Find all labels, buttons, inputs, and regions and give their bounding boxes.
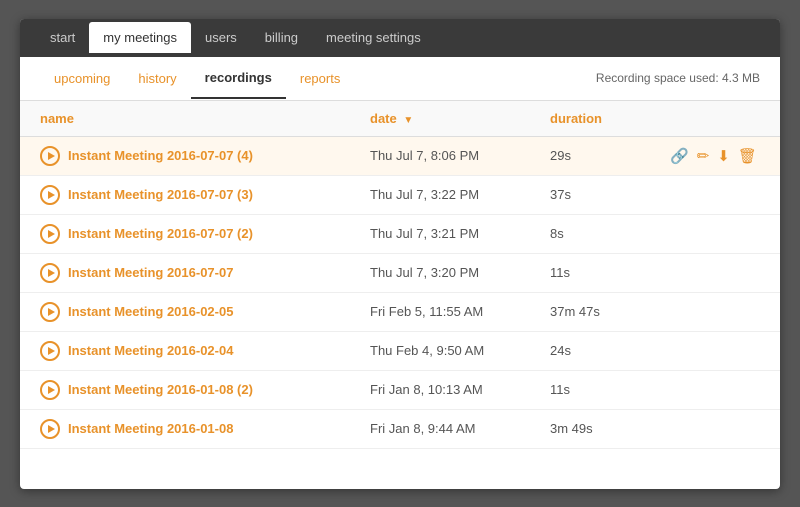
row-date: Fri Jan 8, 9:44 AM — [370, 421, 550, 436]
table-row: Instant Meeting 2016-07-07 (2) Thu Jul 7,… — [20, 215, 780, 254]
row-name-cell: Instant Meeting 2016-01-08 (2) — [40, 380, 370, 400]
tab-upcoming[interactable]: upcoming — [40, 59, 124, 98]
play-icon[interactable] — [40, 419, 60, 439]
table-row: Instant Meeting 2016-02-05 Fri Feb 5, 11:… — [20, 293, 780, 332]
tab-reports[interactable]: reports — [286, 59, 354, 98]
link-icon[interactable]: 🔗 — [670, 147, 689, 165]
row-date: Thu Jul 7, 3:21 PM — [370, 226, 550, 241]
top-nav-item-users[interactable]: users — [191, 22, 251, 53]
row-duration: 11s — [550, 265, 670, 280]
row-date: Fri Jan 8, 10:13 AM — [370, 382, 550, 397]
sort-arrow-icon: ▼ — [403, 115, 413, 126]
meeting-name[interactable]: Instant Meeting 2016-01-08 — [68, 421, 233, 436]
top-nav-item-billing[interactable]: billing — [251, 22, 312, 53]
row-name-cell: Instant Meeting 2016-02-05 — [40, 302, 370, 322]
meeting-name[interactable]: Instant Meeting 2016-07-07 (4) — [68, 148, 253, 163]
table-row: Instant Meeting 2016-07-07 Thu Jul 7, 3:2… — [20, 254, 780, 293]
tab-history[interactable]: history — [124, 59, 190, 98]
row-name-cell: Instant Meeting 2016-07-07 — [40, 263, 370, 283]
row-name-cell: Instant Meeting 2016-02-04 — [40, 341, 370, 361]
col-header-duration: duration — [550, 111, 670, 126]
play-icon[interactable] — [40, 302, 60, 322]
row-duration: 29s — [550, 148, 670, 163]
play-icon[interactable] — [40, 224, 60, 244]
row-date: Thu Jul 7, 8:06 PM — [370, 148, 550, 163]
row-date: Thu Jul 7, 3:20 PM — [370, 265, 550, 280]
app-window: startmy meetingsusersbillingmeeting sett… — [20, 19, 780, 489]
meeting-name[interactable]: Instant Meeting 2016-07-07 (2) — [68, 226, 253, 241]
top-nav-item-start[interactable]: start — [36, 22, 89, 53]
table-row: Instant Meeting 2016-07-07 (4) Thu Jul 7,… — [20, 137, 780, 176]
table-row: Instant Meeting 2016-07-07 (3) Thu Jul 7,… — [20, 176, 780, 215]
row-name-cell: Instant Meeting 2016-07-07 (3) — [40, 185, 370, 205]
row-date: Thu Jul 7, 3:22 PM — [370, 187, 550, 202]
row-name-cell: Instant Meeting 2016-07-07 (2) — [40, 224, 370, 244]
table-body: Instant Meeting 2016-07-07 (4) Thu Jul 7,… — [20, 137, 780, 449]
table-row: Instant Meeting 2016-01-08 (2) Fri Jan 8,… — [20, 371, 780, 410]
delete-icon[interactable]: 🗑 — [738, 147, 757, 165]
col-header-name: name — [40, 111, 370, 126]
col-header-date[interactable]: date ▼ — [370, 111, 550, 126]
row-duration: 3m 49s — [550, 421, 670, 436]
meeting-name[interactable]: Instant Meeting 2016-01-08 (2) — [68, 382, 253, 397]
play-icon[interactable] — [40, 185, 60, 205]
row-duration: 11s — [550, 382, 670, 397]
sub-navigation: upcoming history recordings reports Reco… — [20, 57, 780, 101]
row-duration: 8s — [550, 226, 670, 241]
top-navigation: startmy meetingsusersbillingmeeting sett… — [20, 19, 780, 57]
play-icon[interactable] — [40, 341, 60, 361]
row-actions: 🔗 ✏ ⬇ 🗑 — [670, 147, 760, 165]
play-icon[interactable] — [40, 263, 60, 283]
meeting-name[interactable]: Instant Meeting 2016-02-04 — [68, 343, 233, 358]
row-duration: 37s — [550, 187, 670, 202]
meeting-name[interactable]: Instant Meeting 2016-02-05 — [68, 304, 233, 319]
row-name-cell: Instant Meeting 2016-07-07 (4) — [40, 146, 370, 166]
row-duration: 37m 47s — [550, 304, 670, 319]
recordings-table: name date ▼ duration Instant Meeting 201… — [20, 101, 780, 449]
meeting-name[interactable]: Instant Meeting 2016-07-07 (3) — [68, 187, 253, 202]
top-nav-item-my-meetings[interactable]: my meetings — [89, 22, 191, 53]
edit-icon[interactable]: ✏ — [697, 147, 710, 165]
row-duration: 24s — [550, 343, 670, 358]
row-date: Thu Feb 4, 9:50 AM — [370, 343, 550, 358]
col-header-actions — [670, 111, 760, 126]
table-header-row: name date ▼ duration — [20, 101, 780, 137]
meeting-name[interactable]: Instant Meeting 2016-07-07 — [68, 265, 233, 280]
table-row: Instant Meeting 2016-01-08 Fri Jan 8, 9:4… — [20, 410, 780, 449]
play-icon[interactable] — [40, 146, 60, 166]
table-row: Instant Meeting 2016-02-04 Thu Feb 4, 9:5… — [20, 332, 780, 371]
play-icon[interactable] — [40, 380, 60, 400]
download-icon[interactable]: ⬇ — [717, 147, 730, 165]
tab-recordings[interactable]: recordings — [191, 58, 286, 99]
row-date: Fri Feb 5, 11:55 AM — [370, 304, 550, 319]
row-name-cell: Instant Meeting 2016-01-08 — [40, 419, 370, 439]
top-nav-item-meeting-settings[interactable]: meeting settings — [312, 22, 435, 53]
recording-space-label: Recording space used: 4.3 MB — [596, 71, 760, 85]
